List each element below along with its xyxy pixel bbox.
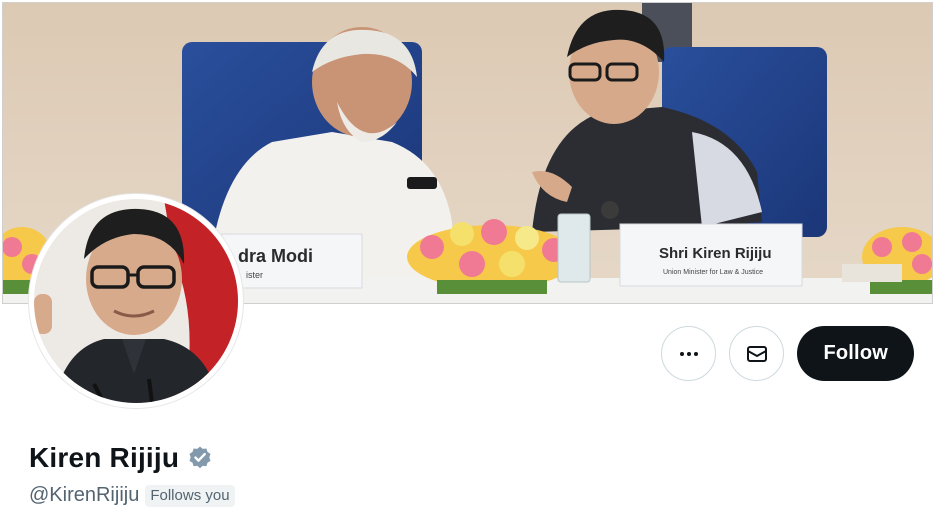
profile-actions: Follow	[661, 326, 914, 381]
nameplate-left-text: dra Modi	[238, 246, 313, 266]
follow-button[interactable]: Follow	[797, 326, 914, 381]
nameplate-right-subtext: Union Minister for Law & Justice	[663, 269, 763, 276]
verified-badge-icon[interactable]	[187, 445, 213, 471]
more-button[interactable]	[661, 326, 717, 381]
profile-avatar[interactable]	[29, 194, 243, 408]
nameplate-right-text: Shri Kiren Rijiju	[659, 245, 772, 262]
profile-header: dra Modi ister Shri Kiren Rijiju Union M…	[0, 0, 935, 519]
display-name: Kiren Rijiju	[29, 442, 180, 473]
message-button[interactable]	[729, 326, 785, 381]
display-name-row: Kiren Rijiju	[29, 442, 213, 474]
user-handle: @KirenRijiju	[29, 484, 140, 506]
envelope-icon	[746, 345, 767, 362]
handle-row: @KirenRijiju Follows you	[29, 484, 235, 507]
nameplate-left-subtext: ister	[246, 270, 263, 280]
follows-you-badge: Follows you	[145, 484, 235, 507]
more-horizontal-icon	[679, 351, 698, 356]
